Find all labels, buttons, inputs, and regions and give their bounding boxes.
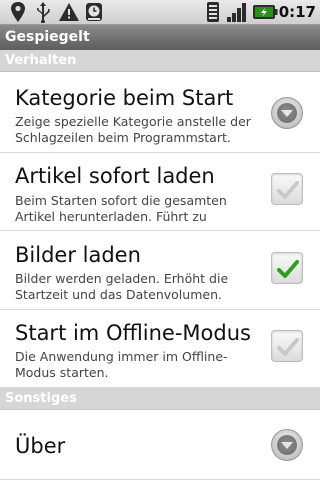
pref-start-category[interactable]: Kategorie beim Start Zeige spezielle Kat… bbox=[0, 73, 320, 153]
warning-icon bbox=[59, 3, 79, 21]
dropdown-button[interactable] bbox=[271, 97, 303, 129]
pref-load-articles[interactable]: Artikel sofort laden Beim Starten sofort… bbox=[0, 153, 320, 231]
pref-load-images[interactable]: Bilder laden Bilder werden geladen. Erhö… bbox=[0, 231, 320, 310]
battery-icon bbox=[253, 5, 278, 19]
pref-summary: Zeige spezielle Kategorie anstelle der S… bbox=[15, 114, 251, 145]
pref-title: Start im Offline-Modus bbox=[15, 321, 251, 345]
pref-summary: Bilder werden geladen. Erhöht die Startz… bbox=[15, 271, 229, 302]
pref-offline-mode[interactable]: Start im Offline-Modus Die Anwendung imm… bbox=[0, 310, 320, 388]
section-header-behavior: Verhalten bbox=[0, 50, 320, 72]
pref-summary: Die Anwendung immer im Offline-Modus sta… bbox=[15, 349, 228, 380]
phone-vibrate-icon bbox=[207, 2, 219, 22]
checkbox-load-articles[interactable] bbox=[271, 173, 303, 205]
status-bar: 0:17 bbox=[0, 0, 320, 25]
checkbox-load-images[interactable] bbox=[271, 252, 303, 284]
pref-title: Artikel sofort laden bbox=[15, 164, 215, 188]
check-icon bbox=[277, 181, 299, 199]
pref-summary: Beim Starten sofort die gesamten Artikel… bbox=[15, 193, 227, 224]
check-icon bbox=[277, 338, 299, 356]
status-time: 0:17 bbox=[278, 3, 316, 21]
signal-icon bbox=[227, 3, 246, 22]
section-header-other: Sonstiges bbox=[0, 388, 320, 410]
checkbox-offline-mode[interactable] bbox=[271, 330, 303, 362]
clock-alarm-icon bbox=[86, 3, 102, 21]
location-pin-icon bbox=[11, 2, 25, 22]
usb-icon bbox=[37, 2, 50, 23]
pref-about[interactable]: Über bbox=[0, 411, 320, 480]
pref-title: Kategorie beim Start bbox=[15, 86, 234, 110]
check-icon bbox=[277, 260, 299, 278]
pref-title: Über bbox=[15, 434, 66, 458]
dropdown-button[interactable] bbox=[271, 429, 303, 461]
page-title: Gespiegelt bbox=[0, 25, 320, 50]
pref-title: Bilder laden bbox=[15, 243, 141, 267]
